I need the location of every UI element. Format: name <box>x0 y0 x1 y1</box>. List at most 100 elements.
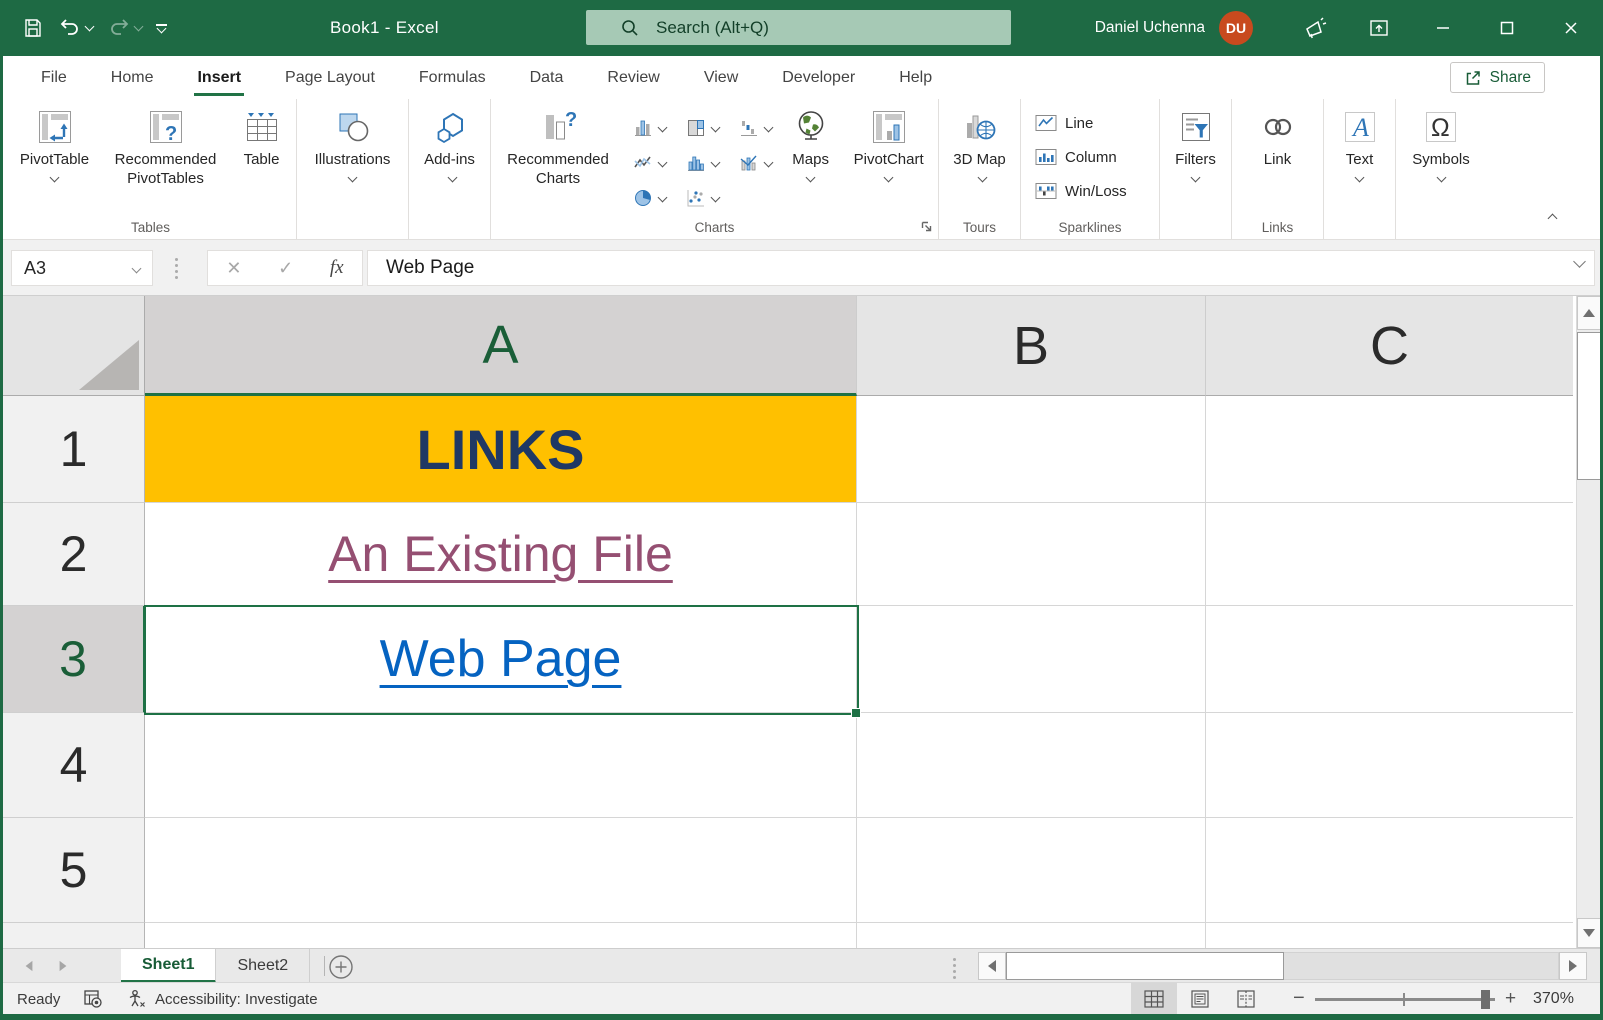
sparkline-column-button[interactable]: Column <box>1035 141 1117 173</box>
cell-C3[interactable] <box>1206 606 1573 713</box>
cell-A1[interactable]: LINKS <box>145 396 857 503</box>
cell-B6-partial[interactable] <box>857 923 1206 948</box>
scroll-right-button[interactable] <box>1559 952 1587 980</box>
scroll-up-button[interactable] <box>1577 296 1601 330</box>
zoom-in-button[interactable]: + <box>1505 988 1516 1010</box>
charts-dialog-launcher[interactable] <box>920 220 933 233</box>
coming-soon-button[interactable] <box>1283 0 1347 56</box>
name-box[interactable]: A3 <box>11 250 153 286</box>
row-header-1[interactable]: 1 <box>3 396 145 503</box>
fill-handle[interactable] <box>851 708 861 718</box>
cell-A5[interactable] <box>145 818 857 923</box>
tab-view[interactable]: View <box>682 56 760 99</box>
tab-formulas[interactable]: Formulas <box>397 56 508 99</box>
insert-histogram-chart-button[interactable] <box>676 145 729 180</box>
vertical-scrollbar-thumb[interactable] <box>1577 332 1601 480</box>
maps-button[interactable]: Maps <box>782 106 839 215</box>
user-name[interactable]: Daniel Uchenna <box>1095 19 1205 37</box>
search-box[interactable]: Search (Alt+Q) <box>586 10 1011 45</box>
cell-A3-hyperlink[interactable]: Web Page <box>380 629 622 689</box>
confirm-entry-button[interactable]: ✓ <box>278 258 293 279</box>
share-button[interactable]: Share <box>1449 62 1545 93</box>
insert-combo-chart-button[interactable] <box>729 145 782 180</box>
insert-waterfall-chart-button[interactable] <box>729 110 782 145</box>
scrollbar-resize-handle[interactable] <box>953 958 956 979</box>
column-header-b[interactable]: B <box>857 296 1206 396</box>
cell-A3[interactable]: Web Page <box>145 606 857 713</box>
scroll-down-button[interactable] <box>1577 918 1601 948</box>
row-header-3[interactable]: 3 <box>3 606 145 713</box>
cell-A2-hyperlink[interactable]: An Existing File <box>328 525 673 583</box>
cell-C5[interactable] <box>1206 818 1573 923</box>
3d-map-button[interactable]: 3D Map <box>944 106 1016 189</box>
undo-button[interactable] <box>58 16 95 40</box>
cell-C6-partial[interactable] <box>1206 923 1573 948</box>
cell-B3[interactable] <box>857 606 1206 713</box>
zoom-out-button[interactable]: − <box>1293 987 1305 1010</box>
tab-file[interactable]: File <box>19 56 89 99</box>
sheet-tab-sheet2[interactable]: Sheet2 <box>216 949 311 983</box>
cell-A2[interactable]: An Existing File <box>145 503 857 606</box>
cell-B5[interactable] <box>857 818 1206 923</box>
tab-data[interactable]: Data <box>508 56 586 99</box>
cell-B4[interactable] <box>857 713 1206 818</box>
cell-C2[interactable] <box>1206 503 1573 606</box>
ribbon-display-options-button[interactable] <box>1347 0 1411 56</box>
formula-input[interactable]: Web Page <box>367 250 1595 286</box>
row-header-2[interactable]: 2 <box>3 503 145 606</box>
cell-A6-partial[interactable] <box>145 923 857 948</box>
previous-sheet-button[interactable] <box>25 960 33 972</box>
sheet-tab-sheet1[interactable]: Sheet1 <box>121 949 217 983</box>
maximize-button[interactable] <box>1475 0 1539 56</box>
insert-pie-chart-button[interactable] <box>623 180 676 215</box>
insert-column-chart-button[interactable] <box>623 110 676 145</box>
close-button[interactable] <box>1539 0 1603 56</box>
zoom-level[interactable]: 370% <box>1533 983 1574 1015</box>
tab-developer[interactable]: Developer <box>760 56 877 99</box>
insert-line-chart-button[interactable] <box>623 145 676 180</box>
table-button[interactable]: Table <box>231 106 293 189</box>
text-button[interactable]: A Text <box>1328 106 1392 183</box>
sparkline-line-button[interactable]: Line <box>1035 107 1093 139</box>
tab-review[interactable]: Review <box>585 56 681 99</box>
new-sheet-button[interactable] <box>327 953 355 981</box>
normal-view-button[interactable] <box>1131 983 1177 1015</box>
tab-page-layout[interactable]: Page Layout <box>263 56 397 99</box>
sparkline-winloss-button[interactable]: Win/Loss <box>1035 175 1127 207</box>
recommended-charts-button[interactable]: ? Recommended Charts <box>499 106 617 215</box>
row-header-6-partial[interactable] <box>3 923 145 948</box>
page-layout-view-button[interactable] <box>1177 983 1223 1015</box>
zoom-slider-track[interactable] <box>1315 998 1495 1001</box>
recommended-pivottables-button[interactable]: ? Recommended PivotTables <box>101 106 231 189</box>
scroll-left-button[interactable] <box>978 952 1006 980</box>
vertical-scrollbar[interactable] <box>1576 296 1601 948</box>
row-header-4[interactable]: 4 <box>3 713 145 818</box>
macro-record-button[interactable] <box>83 983 103 1015</box>
zoom-slider-thumb[interactable] <box>1481 990 1490 1009</box>
illustrations-button[interactable]: Illustrations <box>301 106 405 183</box>
column-header-a[interactable]: A <box>145 296 857 396</box>
cancel-entry-button[interactable]: ✕ <box>226 258 241 279</box>
page-break-preview-button[interactable] <box>1223 983 1269 1015</box>
pivottable-button[interactable]: PivotTable <box>9 106 101 189</box>
cell-C4[interactable] <box>1206 713 1573 818</box>
link-button[interactable]: Link <box>1238 106 1318 170</box>
row-header-5[interactable]: 5 <box>3 818 145 923</box>
formula-bar-resize-handle[interactable] <box>175 258 178 279</box>
cell-B1[interactable] <box>857 396 1206 503</box>
tab-insert[interactable]: Insert <box>175 56 263 99</box>
cell-C1[interactable] <box>1206 396 1573 503</box>
avatar[interactable]: DU <box>1219 11 1253 45</box>
cell-A4[interactable] <box>145 713 857 818</box>
filters-button[interactable]: Filters <box>1163 106 1229 183</box>
minimize-button[interactable] <box>1411 0 1475 56</box>
save-button[interactable] <box>22 17 44 39</box>
tab-help[interactable]: Help <box>877 56 954 99</box>
insert-hierarchy-chart-button[interactable] <box>676 110 729 145</box>
addins-button[interactable]: Add-ins <box>414 106 486 189</box>
insert-scatter-chart-button[interactable] <box>676 180 729 215</box>
symbols-button[interactable]: Ω Symbols <box>1401 106 1481 183</box>
select-all-button[interactable] <box>3 296 145 396</box>
column-header-c[interactable]: C <box>1206 296 1573 396</box>
expand-formula-bar-button[interactable] <box>1573 253 1586 271</box>
